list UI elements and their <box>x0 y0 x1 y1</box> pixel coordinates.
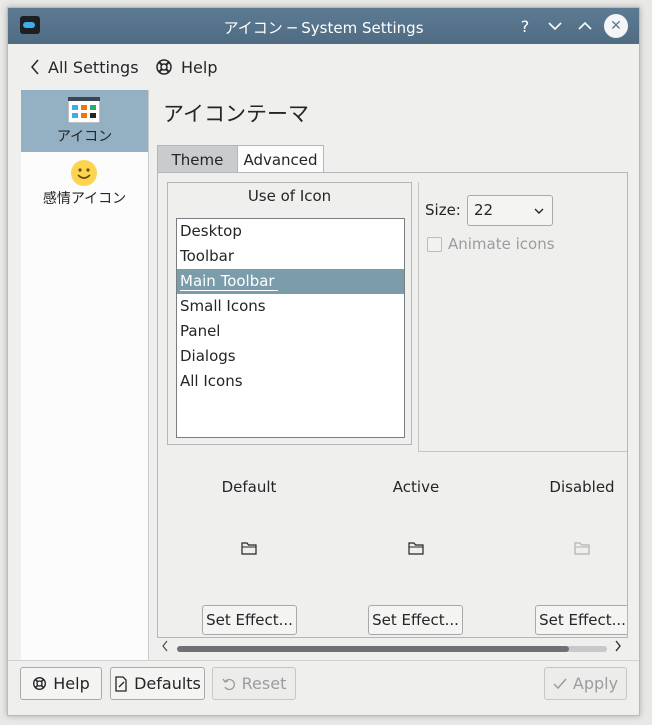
footer-help-button[interactable]: Help <box>20 667 102 700</box>
all-settings-button[interactable]: All Settings <box>30 54 139 80</box>
close-icon[interactable]: ✕ <box>604 14 628 38</box>
size-label: Size: <box>425 201 461 219</box>
sidebar-item-emoticons[interactable]: 感情アイコン <box>21 152 148 214</box>
tab-theme[interactable]: Theme <box>157 145 238 173</box>
all-settings-label: All Settings <box>48 57 139 77</box>
folder-icon <box>241 542 257 555</box>
list-item[interactable]: Small Icons <box>177 294 404 319</box>
minimize-icon[interactable] <box>543 14 567 38</box>
scrollbar-thumb[interactable] <box>177 646 569 652</box>
apply-label: Apply <box>572 674 619 693</box>
tab-advanced[interactable]: Advanced <box>237 145 324 173</box>
icon-usage-list[interactable]: Desktop Toolbar Main Toolbar Small Icons… <box>176 218 405 438</box>
help-question-icon[interactable]: ? <box>513 14 537 38</box>
list-item[interactable]: Panel <box>177 319 404 344</box>
set-effect-active-button[interactable]: Set Effect... <box>368 605 463 635</box>
defaults-label: Defaults <box>134 674 201 693</box>
animate-icons-checkbox-row[interactable]: Animate icons <box>427 235 555 253</box>
active-column-label: Active <box>392 478 440 496</box>
title-bar: アイコン ─ System Settings ? ✕ <box>8 8 639 44</box>
scroll-left-icon[interactable] <box>161 640 169 656</box>
icons-module-icon <box>68 97 100 123</box>
sidebar-item-label: アイコン <box>56 129 113 145</box>
sidebar-item-icons[interactable]: アイコン <box>21 90 148 152</box>
divider <box>418 451 627 452</box>
chevron-left-icon <box>30 59 40 75</box>
reset-label: Reset <box>241 674 287 693</box>
apply-button[interactable]: Apply <box>544 667 627 700</box>
animate-icons-checkbox[interactable] <box>427 236 442 252</box>
sidebar-item-label: 感情アイコン <box>42 191 127 207</box>
lifebuoy-icon <box>32 676 47 691</box>
checkmark-icon <box>553 678 567 690</box>
lifebuoy-icon <box>155 58 173 76</box>
chevron-down-icon <box>534 196 544 225</box>
set-effect-disabled-button[interactable]: Set Effect... <box>535 605 627 635</box>
list-item[interactable]: All Icons <box>177 369 404 394</box>
settings-window: アイコン ─ System Settings ? ✕ All Settings <box>7 7 640 716</box>
group-title: Use of Icon <box>247 187 332 205</box>
undo-icon <box>222 677 236 691</box>
navigation-bar: All Settings Help <box>8 44 639 90</box>
list-item[interactable]: Dialogs <box>177 344 404 369</box>
use-of-icon-group: Use of Icon Desktop Toolbar Main Toolbar… <box>167 182 412 445</box>
scroll-right-icon[interactable] <box>614 640 622 656</box>
size-value: 22 <box>474 201 494 219</box>
advanced-tab-panel: Use of Icon Desktop Toolbar Main Toolbar… <box>157 172 628 638</box>
sidebar: アイコン 感情アイコン <box>21 90 149 660</box>
footer-help-label: Help <box>53 674 90 693</box>
scrollbar-track[interactable] <box>177 646 607 652</box>
folder-icon <box>408 542 424 555</box>
list-item-label: Main Toolbar <box>180 272 278 291</box>
set-effect-default-button[interactable]: Set Effect... <box>202 605 297 635</box>
maximize-icon[interactable] <box>573 14 597 38</box>
folder-icon <box>574 542 590 555</box>
reset-button[interactable]: Reset <box>212 667 296 700</box>
list-item[interactable]: Toolbar <box>177 244 404 269</box>
size-dropdown[interactable]: 22 <box>467 195 553 226</box>
emoticon-icon <box>70 159 98 187</box>
horizontal-scrollbar[interactable] <box>157 640 628 658</box>
defaults-button[interactable]: Defaults <box>110 667 205 700</box>
default-column-label: Default <box>221 478 277 496</box>
page-title: アイコンテーマ <box>163 102 309 126</box>
disabled-column-label: Disabled <box>549 478 615 496</box>
help-button[interactable]: Help <box>155 54 217 80</box>
divider <box>418 182 419 452</box>
document-defaults-icon <box>114 675 128 692</box>
divider <box>8 660 639 661</box>
animate-icons-label: Animate icons <box>448 235 555 253</box>
help-label: Help <box>181 57 218 77</box>
list-item-selected[interactable]: Main Toolbar <box>177 269 404 294</box>
list-item[interactable]: Desktop <box>177 219 404 244</box>
